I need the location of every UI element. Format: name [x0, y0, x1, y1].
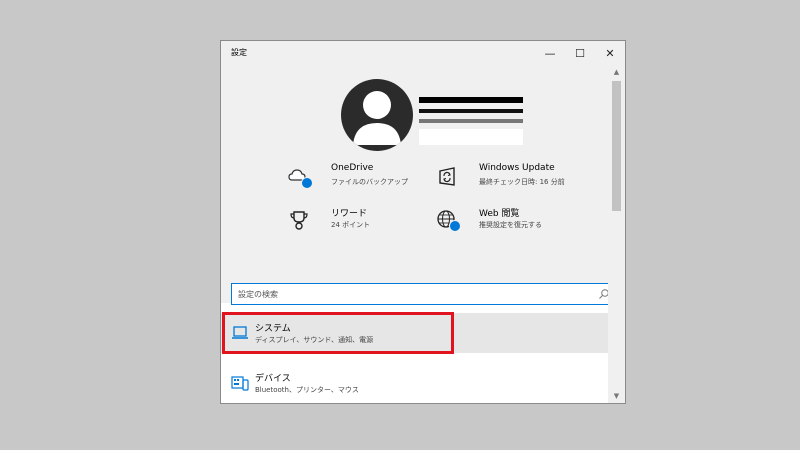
onedrive-cloud-icon: [287, 165, 313, 189]
tile-windows-update-description: 最終チェック日時: 16 分前: [479, 178, 565, 186]
tile-web-browsing-name: Web 閲覧: [479, 209, 520, 219]
scroll-up-arrow-icon[interactable]: ▲: [608, 65, 625, 79]
devices-icon: [231, 376, 249, 391]
redacted-account-info: [419, 95, 523, 147]
category-system[interactable]: システム ディスプレイ、サウンド、通知、電源: [221, 313, 609, 353]
vertical-scrollbar[interactable]: ▲ ▼: [608, 65, 625, 403]
tile-onedrive[interactable]: OneDrive ファイルのバックアップ: [287, 163, 437, 203]
settings-window: 設定 — ☐ ✕ OneDrive ファイルのバックアップ リワード 24 ポイ…: [220, 40, 626, 404]
category-devices-description: Bluetooth、プリンター、マウス: [255, 386, 359, 394]
user-avatar[interactable]: [341, 79, 413, 151]
trophy-icon: [287, 208, 311, 232]
account-header: OneDrive ファイルのバックアップ リワード 24 ポイント Window…: [221, 65, 609, 303]
laptop-icon: [232, 326, 248, 339]
title-bar[interactable]: 設定 — ☐ ✕: [221, 41, 625, 65]
search-input[interactable]: [238, 287, 588, 301]
maximize-button[interactable]: ☐: [565, 41, 595, 65]
tile-rewards[interactable]: リワード 24 ポイント: [287, 206, 437, 246]
tile-rewards-name: リワード: [331, 209, 368, 219]
category-devices[interactable]: デバイス Bluetooth、プリンター、マウス: [221, 363, 609, 403]
windows-update-icon: [435, 165, 459, 189]
minimize-button[interactable]: —: [535, 41, 565, 65]
tile-windows-update-name: Windows Update: [479, 163, 555, 173]
category-devices-name: デバイス: [255, 374, 291, 384]
tile-windows-update[interactable]: Windows Update 最終チェック日時: 16 分前: [435, 163, 585, 203]
window-title: 設定: [231, 48, 247, 57]
tile-web-browsing[interactable]: Web 閲覧 推奨設定を復元する: [435, 206, 585, 246]
scroll-down-arrow-icon[interactable]: ▼: [608, 389, 625, 403]
tile-onedrive-description: ファイルのバックアップ: [331, 178, 408, 186]
tile-rewards-description: 24 ポイント: [331, 221, 371, 229]
status-badge: [301, 177, 313, 189]
status-badge: [449, 220, 461, 232]
scrollbar-thumb[interactable]: [612, 81, 621, 211]
close-button[interactable]: ✕: [595, 41, 625, 65]
globe-icon: [435, 208, 461, 232]
category-system-name: システム: [255, 324, 291, 334]
category-system-description: ディスプレイ、サウンド、通知、電源: [255, 336, 374, 344]
tile-onedrive-name: OneDrive: [331, 163, 374, 173]
person-icon: [353, 91, 401, 145]
settings-search-box[interactable]: [231, 283, 615, 305]
tile-web-browsing-description: 推奨設定を復元する: [479, 221, 542, 229]
